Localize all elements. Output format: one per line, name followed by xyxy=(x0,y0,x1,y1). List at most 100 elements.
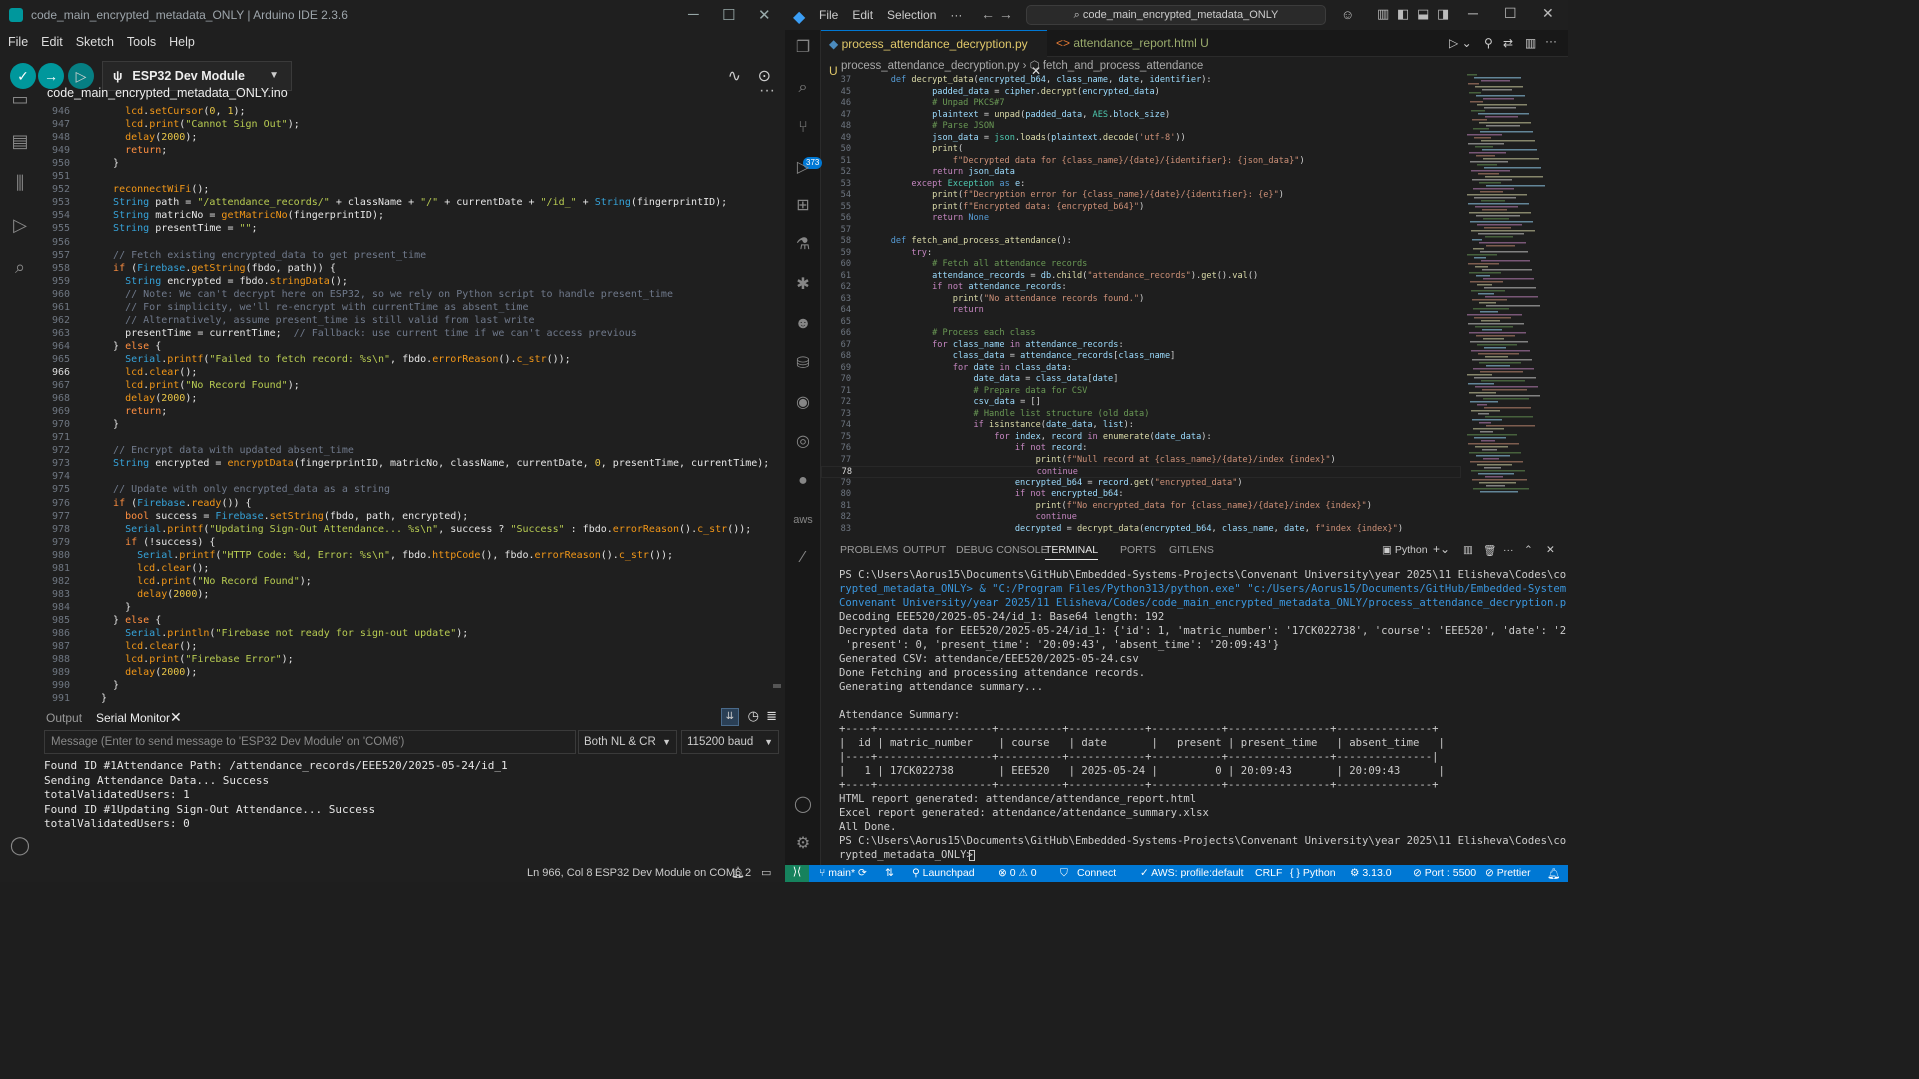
code-line[interactable]: 949 return; xyxy=(40,144,785,157)
code-line[interactable]: 60 # Fetch all attendance records xyxy=(821,259,1461,271)
code-line[interactable]: 980 Serial.printf("HTTP Code: %d, Error:… xyxy=(40,549,785,562)
code-line[interactable]: 988 lcd.print("Firebase Error"); xyxy=(40,653,785,666)
connect-status[interactable]: Connect xyxy=(1077,867,1116,879)
search-icon[interactable]: ⌕ xyxy=(793,78,813,98)
code-line[interactable]: 81 print(f"No encrypted_data for {class_… xyxy=(821,501,1461,513)
code-line[interactable]: 48 # Parse JSON xyxy=(821,121,1461,133)
code-line[interactable]: 83 decrypted = decrypt_data(encrypted_b6… xyxy=(821,524,1461,535)
database-icon[interactable]: ⛁ xyxy=(793,354,813,374)
code-line[interactable]: 974 xyxy=(40,470,785,483)
code-line[interactable]: 969 return; xyxy=(40,405,785,418)
serial-message-input[interactable]: Message (Enter to send message to 'ESP32… xyxy=(44,730,576,754)
breadcrumb-symbol[interactable]: fetch_and_process_attendance xyxy=(1043,60,1203,72)
timestamp-toggle-icon[interactable]: ◷ xyxy=(748,708,759,724)
line-ending-select[interactable]: Both NL & CR ▼ xyxy=(578,730,677,754)
debug-icon[interactable]: ▷ xyxy=(9,214,31,236)
code-line[interactable]: 64 return xyxy=(821,305,1461,317)
command-center-search[interactable]: ⌕ code_main_encrypted_metadata_ONLY xyxy=(1026,5,1326,25)
code-line[interactable]: 954 String matricNo = getMatricNo(finger… xyxy=(40,209,785,222)
tab-debug-console[interactable]: DEBUG CONSOLE xyxy=(956,544,1048,556)
git-branch[interactable]: ⑂ main* ⟳ xyxy=(819,867,867,879)
new-terminal-icon[interactable]: +⌄ xyxy=(1433,542,1450,556)
menu-file[interactable]: File xyxy=(8,35,28,49)
menu-edit[interactable]: Edit xyxy=(41,35,63,49)
code-line[interactable]: 967 lcd.print("No Record Found"); xyxy=(40,379,785,392)
code-line[interactable]: 63 print("No attendance records found.") xyxy=(821,294,1461,306)
close-panel-icon[interactable]: ✕ xyxy=(1546,544,1555,556)
code-line[interactable]: 37 def decrypt_data(encrypted_b64, class… xyxy=(821,75,1461,87)
code-line[interactable]: 50 print( xyxy=(821,144,1461,156)
notifications-bell-icon[interactable]: 🔔︎ xyxy=(1547,867,1560,880)
code-line[interactable]: 950 } xyxy=(40,157,785,170)
minimize-button[interactable]: ─ xyxy=(688,6,699,23)
code-line[interactable]: 984 } xyxy=(40,601,785,614)
clear-output-icon[interactable]: ≣ xyxy=(766,708,777,724)
baud-rate-select[interactable]: 115200 baud ▼ xyxy=(681,730,779,754)
code-line[interactable]: 973 String encrypted = encryptData(finge… xyxy=(40,457,785,470)
run-python-icon[interactable]: ▷ ⌄ xyxy=(1449,36,1472,50)
tab-process-attendance-decryption[interactable]: ◆ process_attendance_decryption.py U ✕ xyxy=(821,30,1047,78)
code-line[interactable]: 79 encrypted_b64 = record.get("encrypted… xyxy=(821,478,1461,490)
code-line[interactable]: 69 for date in class_data: xyxy=(821,363,1461,375)
python-version-status[interactable]: ⚙ 3.13.0 xyxy=(1350,867,1392,879)
explorer-icon[interactable]: ❐ xyxy=(793,38,813,58)
more-actions-icon[interactable]: ··· xyxy=(1503,544,1514,556)
language-status[interactable]: { } Python xyxy=(1290,867,1336,879)
gitlens-icon[interactable]: ◉ xyxy=(793,393,813,413)
code-line[interactable]: 948 delay(2000); xyxy=(40,131,785,144)
layout-icon[interactable]: ▥ xyxy=(1377,6,1389,22)
toggle-panel-icon[interactable]: ⬓ xyxy=(1417,6,1429,22)
sketch-tab[interactable]: code_main_encrypted_metadata_ONLY.ino ··… xyxy=(40,82,785,104)
problems-status[interactable]: ⊗ 0 ⚠ 0 xyxy=(998,867,1037,879)
eol-status[interactable]: CRLF xyxy=(1255,867,1282,879)
code-line[interactable]: 46 # Unpad PKCS#7 xyxy=(821,98,1461,110)
code-line[interactable]: 958 if (Firebase.getString(fbdo, path)) … xyxy=(40,262,785,275)
split-terminal-icon[interactable]: ▥ xyxy=(1463,544,1473,556)
breadcrumb-file[interactable]: process_attendance_decryption.py xyxy=(841,60,1019,72)
trash-icon[interactable]: 🗑︎ xyxy=(1483,544,1496,557)
menu-selection[interactable]: Selection xyxy=(887,8,936,22)
code-line[interactable]: 76 if not record: xyxy=(821,443,1461,455)
python-code-editor[interactable]: 37 def decrypt_data(encrypted_b64, class… xyxy=(821,74,1461,534)
remote-explorer-icon[interactable]: ◎ xyxy=(793,432,813,452)
code-line[interactable]: 961 // For simplicity, we'll re-encrypt … xyxy=(40,301,785,314)
aws-profile-status[interactable]: ✓ AWS: profile:default xyxy=(1140,867,1244,879)
search-icon[interactable]: ⌕ xyxy=(9,256,31,278)
code-line[interactable]: 966 lcd.clear(); xyxy=(40,366,785,379)
more-options-icon[interactable]: ··· xyxy=(759,82,775,100)
code-line[interactable]: 73 # Handle list structure (old data) xyxy=(821,409,1461,421)
code-line[interactable]: 951 xyxy=(40,170,785,183)
remote-indicator[interactable]: ⟩⟨ xyxy=(785,865,809,882)
notification-bell-icon[interactable]: 🔔︎ xyxy=(731,866,745,879)
code-line[interactable]: 55 print(f"Encrypted data: {encrypted_b6… xyxy=(821,202,1461,214)
code-line[interactable]: 968 delay(2000); xyxy=(40,392,785,405)
code-line[interactable]: 49 json_data = json.loads(plaintext.deco… xyxy=(821,133,1461,145)
tab-ports[interactable]: PORTS xyxy=(1120,544,1156,556)
code-line[interactable]: 963 presentTime = currentTime; // Fallba… xyxy=(40,327,785,340)
code-line[interactable]: 972 // Encrypt data with updated absent_… xyxy=(40,444,785,457)
code-line[interactable]: 59 try: xyxy=(821,248,1461,260)
account-icon[interactable]: ◯ xyxy=(9,834,31,856)
code-line[interactable]: 970 } xyxy=(40,418,785,431)
arduino-code-editor[interactable]: 946 lcd.setCursor(0, 1); 947 lcd.print("C… xyxy=(40,104,785,704)
close-window-button[interactable]: ✕ xyxy=(1542,5,1554,22)
sync-icon[interactable]: ⇅ xyxy=(885,867,894,879)
minimap[interactable] xyxy=(1463,74,1558,534)
source-control-icon[interactable]: ⑂ xyxy=(793,118,813,138)
code-line[interactable]: 62 if not attendance_records: xyxy=(821,282,1461,294)
code-line[interactable]: 56 return None xyxy=(821,213,1461,225)
code-line[interactable]: 45 padded_data = cipher.decrypt(encrypte… xyxy=(821,87,1461,99)
menu-help[interactable]: Help xyxy=(169,35,195,49)
toggle-sidebar-icon[interactable]: ◧ xyxy=(1397,6,1409,22)
code-line[interactable]: 987 lcd.clear(); xyxy=(40,640,785,653)
code-line[interactable]: 946 lcd.setCursor(0, 1); xyxy=(40,105,785,118)
copilot-icon[interactable]: ☺ xyxy=(1341,7,1354,22)
code-line[interactable]: 978 Serial.printf("Updating Sign-Out Att… xyxy=(40,523,785,536)
verify-button[interactable]: ✓ xyxy=(10,63,36,89)
tab-output[interactable]: Output xyxy=(46,711,82,725)
code-line[interactable]: 976 if (Firebase.ready()) { xyxy=(40,497,785,510)
terminal-tool-icon[interactable]: ⁄ xyxy=(793,548,813,568)
alien-icon[interactable]: ☻ xyxy=(793,314,813,334)
split-editor-icon[interactable]: ▥ xyxy=(1525,36,1536,50)
settings-gear-icon[interactable]: ⚙ xyxy=(793,834,813,854)
